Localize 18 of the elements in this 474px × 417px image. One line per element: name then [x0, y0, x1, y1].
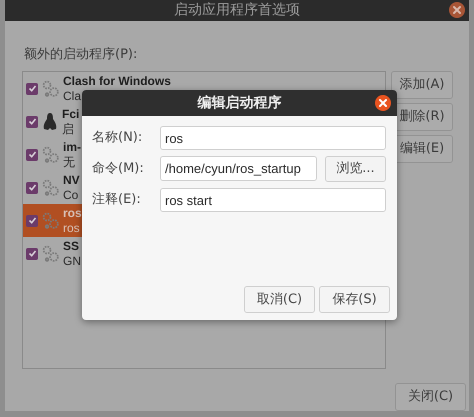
program-description: GN	[63, 254, 81, 268]
dialog-title: 编辑启动程序	[198, 94, 282, 112]
program-description: ros	[63, 220, 81, 236]
program-name: ros	[63, 206, 82, 220]
program-description: Cla	[63, 88, 82, 104]
program-name: SS	[63, 238, 80, 254]
field-label: 名称(N):	[92, 129, 144, 148]
program-name: Clash for Windows	[63, 74, 171, 88]
program-name: im-	[63, 140, 81, 154]
program-description: 启	[62, 122, 75, 136]
program-description: 无	[63, 154, 76, 170]
program-name: Fci	[62, 106, 80, 122]
program-name: NV	[63, 172, 80, 188]
field-label: 注释(E):	[92, 191, 142, 210]
program-description: Co	[63, 188, 80, 202]
field-label: 命令(M):	[92, 160, 145, 178]
list-label: 额外的启动程序(P):	[24, 47, 138, 62]
window-title: 启动应用程序首选项	[174, 1, 300, 20]
